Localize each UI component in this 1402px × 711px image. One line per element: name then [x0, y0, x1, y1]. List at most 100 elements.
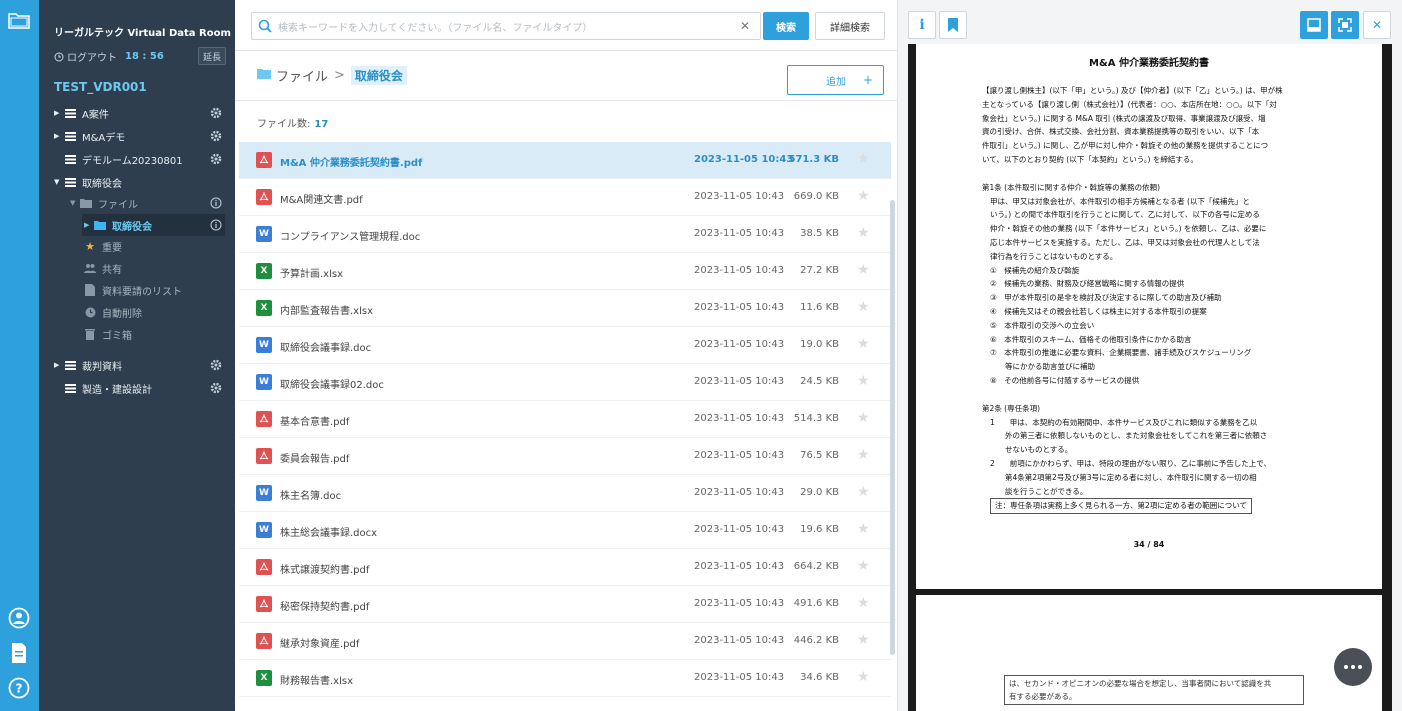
- tree-item-court-docs[interactable]: ▶ 裁判資料: [54, 354, 222, 376]
- gear-icon[interactable]: [210, 130, 222, 142]
- file-name[interactable]: 株主総会議事録.docx: [280, 524, 377, 539]
- star-icon[interactable]: ★: [857, 225, 870, 241]
- star-icon[interactable]: ★: [857, 410, 870, 426]
- gear-icon[interactable]: [210, 153, 222, 165]
- file-name[interactable]: 委員会報告.pdf: [280, 450, 349, 465]
- file-row[interactable]: M&A関連文書.pdf 2023-11-05 10:43 669.0 KB ★: [239, 179, 891, 216]
- caret-right-icon[interactable]: ▶: [84, 221, 94, 229]
- document-viewer[interactable]: M&A 仲介業務委託契約書 【譲り渡し側株主】(以下「甲」という。) 及び【仲介…: [908, 44, 1392, 711]
- tree-item-shared[interactable]: 共有: [84, 257, 224, 279]
- article-heading: 第2条 (専任条項): [982, 403, 1041, 413]
- file-row[interactable]: 株式譲渡契約書.pdf 2023-11-05 10:43 664.2 KB ★: [239, 549, 891, 586]
- close-button[interactable]: ✕: [1363, 11, 1391, 39]
- word-file-icon: W: [256, 374, 272, 390]
- file-row[interactable]: W 取締役会議事録02.doc 2023-11-05 10:43 24.5 KB ★: [239, 364, 891, 401]
- caret-right-icon[interactable]: ▶: [54, 132, 64, 140]
- file-name[interactable]: M&A関連文書.pdf: [280, 191, 363, 206]
- logout-timer[interactable]: ログアウト 18 : 56: [54, 49, 164, 64]
- file-row[interactable]: 秘密保持契約書.pdf 2023-11-05 10:43 491.6 KB ★: [239, 586, 891, 623]
- tree-item-trash[interactable]: ゴミ箱: [84, 323, 224, 345]
- star-icon[interactable]: ★: [857, 262, 870, 278]
- clear-icon[interactable]: ✕: [740, 19, 750, 33]
- search-field[interactable]: 検索キーワードを入力してください。（ファイル名、ファイルタイプ） ✕: [251, 12, 761, 40]
- user-icon[interactable]: [7, 606, 31, 630]
- file-size: 514.3 KB: [793, 413, 839, 424]
- star-icon[interactable]: ★: [857, 669, 870, 685]
- file-name[interactable]: M&A 仲介業務委託契約書.pdf: [280, 154, 422, 169]
- file-row[interactable]: W 取締役会議事録.doc 2023-11-05 10:43 19.0 KB ★: [239, 327, 891, 364]
- tree-item-manufacturing[interactable]: 製造・建設設計: [64, 377, 222, 399]
- project-name[interactable]: TEST_VDR001: [54, 80, 147, 94]
- file-name[interactable]: 内部監査報告書.xlsx: [280, 302, 373, 317]
- tree-item-auto-delete[interactable]: 自動削除: [84, 301, 224, 323]
- star-icon[interactable]: ★: [857, 299, 870, 315]
- tree-item-files[interactable]: ▼ ファイル: [70, 192, 222, 214]
- star-icon[interactable]: ★: [857, 632, 870, 648]
- file-row[interactable]: W 株主総会議事録.docx 2023-11-05 10:43 19.6 KB ★: [239, 512, 891, 549]
- tree-item-board[interactable]: ▼ 取締役会: [54, 171, 222, 193]
- more-menu-button[interactable]: [1334, 648, 1372, 686]
- star-icon[interactable]: ★: [857, 595, 870, 611]
- search-input[interactable]: 検索キーワードを入力してください。（ファイル名、ファイルタイプ）: [278, 19, 592, 34]
- breadcrumb-root[interactable]: ファイル: [276, 66, 328, 85]
- file-name[interactable]: 取締役会議事録.doc: [280, 339, 371, 354]
- tree-item-request-list[interactable]: 資料要請のリスト: [84, 279, 224, 301]
- caret-right-icon[interactable]: ▶: [54, 361, 64, 369]
- extend-button[interactable]: 延長: [198, 47, 226, 65]
- file-name[interactable]: 基本合意書.pdf: [280, 413, 349, 428]
- gear-icon[interactable]: [210, 382, 222, 394]
- tree-item-ma-demo[interactable]: ▶ M&Aデモ: [54, 125, 222, 147]
- file-row[interactable]: X 予算計画.xlsx 2023-11-05 10:43 27.2 KB ★: [239, 253, 891, 290]
- file-name[interactable]: 予算計画.xlsx: [280, 265, 343, 280]
- star-icon[interactable]: ★: [857, 484, 870, 500]
- document-icon[interactable]: [7, 641, 31, 665]
- file-name[interactable]: 株式譲渡契約書.pdf: [280, 561, 369, 576]
- star-icon: ★: [85, 239, 95, 253]
- star-icon[interactable]: ★: [857, 336, 870, 352]
- tree-item-a-case[interactable]: ▶ A案件: [54, 102, 222, 124]
- info-icon[interactable]: [210, 197, 222, 209]
- file-row[interactable]: X 財務報告書.xlsx 2023-11-05 10:43 34.6 KB ★: [239, 660, 891, 697]
- file-row[interactable]: 基本合意書.pdf 2023-11-05 10:43 514.3 KB ★: [239, 401, 891, 438]
- advanced-search-button[interactable]: 詳細検索: [815, 12, 885, 40]
- info-button[interactable]: i: [908, 11, 936, 39]
- file-name[interactable]: 財務報告書.xlsx: [280, 672, 353, 687]
- gear-icon[interactable]: [210, 359, 222, 371]
- file-name[interactable]: 取締役会議事録02.doc: [280, 376, 384, 391]
- star-icon[interactable]: ★: [857, 521, 870, 537]
- file-name[interactable]: 株主名簿.doc: [280, 487, 341, 502]
- star-icon[interactable]: ★: [857, 151, 870, 167]
- info-icon[interactable]: [210, 219, 222, 231]
- file-name[interactable]: 継承対象資産.pdf: [280, 635, 359, 650]
- gear-icon[interactable]: [210, 107, 222, 119]
- file-row[interactable]: W コンプライアンス管理規程.doc 2023-11-05 10:43 38.5 KB…: [239, 216, 891, 253]
- tree-item-label: ファイル: [98, 199, 138, 211]
- file-row[interactable]: X 内部監査報告書.xlsx 2023-11-05 10:43 11.6 KB ★: [239, 290, 891, 327]
- add-button[interactable]: 追加 +: [787, 65, 884, 95]
- star-icon[interactable]: ★: [857, 373, 870, 389]
- tree-item-important[interactable]: ★ 重要: [84, 235, 224, 257]
- tree-item-board-folder[interactable]: ▶ 取締役会: [82, 214, 225, 236]
- star-icon[interactable]: ★: [857, 188, 870, 204]
- caret-down-icon[interactable]: ▼: [70, 199, 80, 207]
- file-name[interactable]: 秘密保持契約書.pdf: [280, 598, 369, 613]
- caret-down-icon[interactable]: ▼: [54, 178, 64, 186]
- help-icon[interactable]: ?: [7, 676, 31, 700]
- file-row[interactable]: 継承対象資産.pdf 2023-11-05 10:43 446.2 KB ★: [239, 623, 891, 660]
- bookmark-button[interactable]: [939, 11, 967, 39]
- scrollbar[interactable]: [890, 200, 895, 655]
- fullscreen-button[interactable]: [1331, 11, 1359, 39]
- star-icon[interactable]: ★: [857, 447, 870, 463]
- tree-item-demo-room[interactable]: デモルーム20230801: [64, 148, 222, 170]
- caret-right-icon[interactable]: ▶: [54, 109, 64, 117]
- list-icon: [64, 153, 76, 165]
- file-row[interactable]: 委員会報告.pdf 2023-11-05 10:43 76.5 KB ★: [239, 438, 891, 475]
- folder-logo-icon[interactable]: [7, 8, 31, 32]
- file-row[interactable]: M&A 仲介業務委託契約書.pdf 2023-11-05 10:43 571.3 K…: [239, 142, 891, 179]
- dot-icon: [1358, 665, 1362, 669]
- layout-button[interactable]: [1300, 11, 1328, 39]
- file-row[interactable]: W 株主名簿.doc 2023-11-05 10:43 29.0 KB ★: [239, 475, 891, 512]
- star-icon[interactable]: ★: [857, 558, 870, 574]
- file-name[interactable]: コンプライアンス管理規程.doc: [280, 228, 420, 243]
- search-button[interactable]: 検索: [763, 12, 809, 40]
